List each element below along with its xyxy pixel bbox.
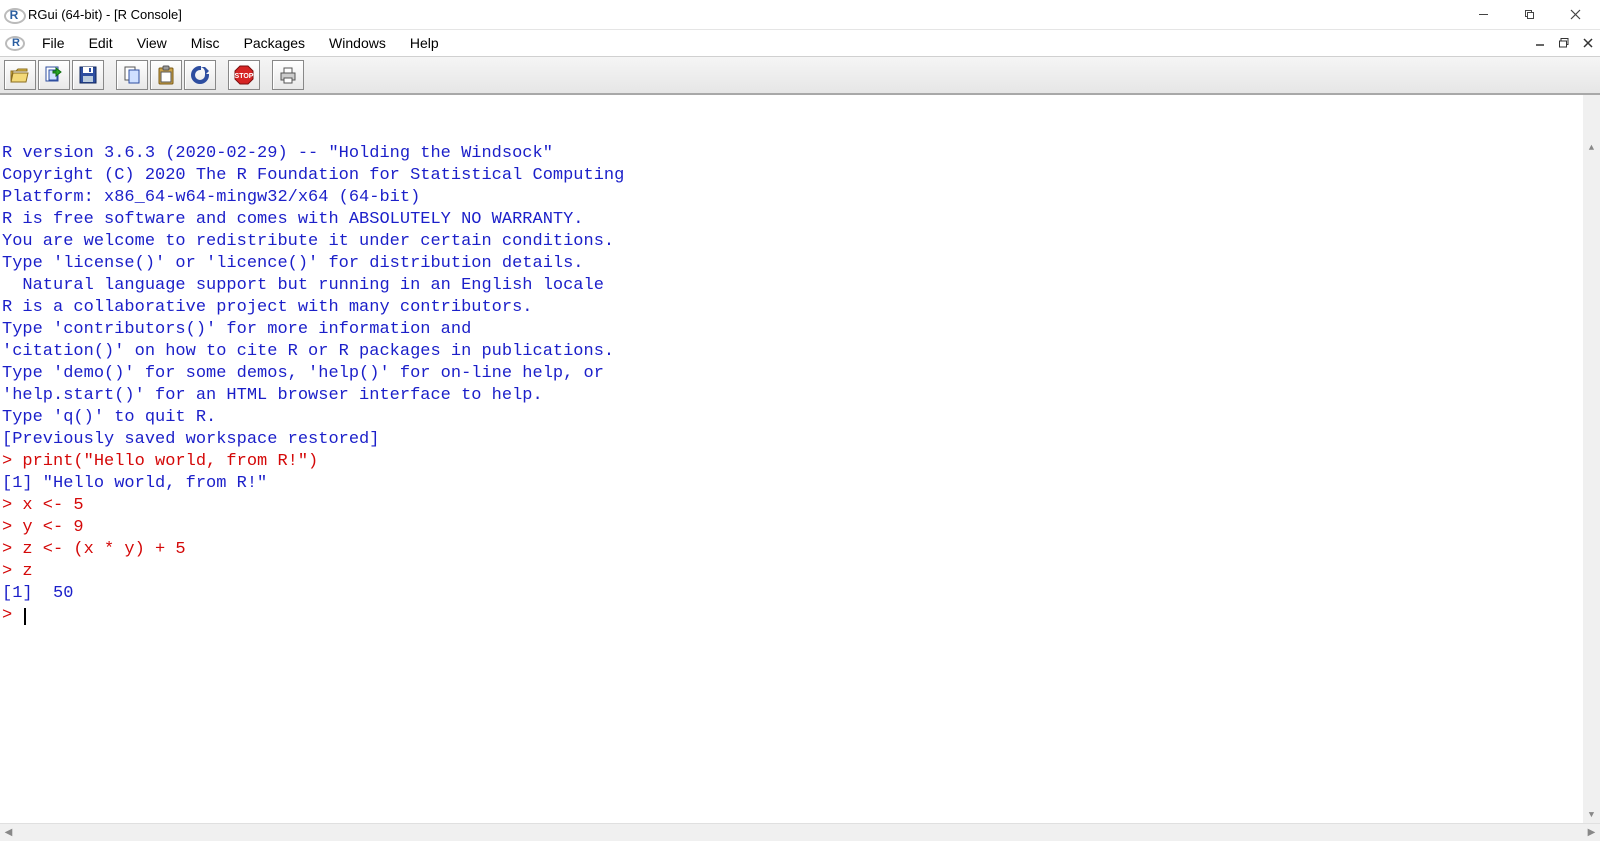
scroll-down-icon[interactable]: ▼: [1583, 806, 1600, 823]
console-line: R is a collaborative project with many c…: [2, 297, 1582, 319]
console-prompt[interactable]: >: [2, 605, 1582, 627]
mdi-restore-button[interactable]: [1553, 33, 1575, 53]
app-icon-small: R: [4, 30, 26, 56]
window-title: RGui (64-bit) - [R Console]: [28, 7, 182, 22]
console-line: Type 'contributors()' for more informati…: [2, 319, 1582, 341]
svg-text:STOP: STOP: [235, 73, 254, 80]
scroll-up-icon[interactable]: ▲: [1583, 139, 1600, 156]
open-script-button[interactable]: [4, 60, 36, 90]
console-line: You are welcome to redistribute it under…: [2, 231, 1582, 253]
console-line: > z: [2, 561, 1582, 583]
toolbar: STOP: [0, 57, 1600, 95]
console-line: R is free software and comes with ABSOLU…: [2, 209, 1582, 231]
console-line: Type 'q()' to quit R.: [2, 407, 1582, 429]
console-line: R version 3.6.3 (2020-02-29) -- "Holding…: [2, 143, 1582, 165]
menu-view[interactable]: View: [125, 30, 179, 56]
menu-file[interactable]: File: [30, 30, 77, 56]
console-line: Copyright (C) 2020 The R Foundation for …: [2, 165, 1582, 187]
menubar: R File Edit View Misc Packages Windows H…: [0, 30, 1600, 57]
menu-help[interactable]: Help: [398, 30, 451, 56]
console-line: [1] 50: [2, 583, 1582, 605]
scroll-left-icon[interactable]: ◀: [0, 824, 17, 841]
menu-misc[interactable]: Misc: [179, 30, 232, 56]
console-line: [1] "Hello world, from R!": [2, 473, 1582, 495]
console-line: > z <- (x * y) + 5: [2, 539, 1582, 561]
maximize-button[interactable]: [1506, 0, 1552, 30]
horizontal-scrollbar[interactable]: ◀ ▶: [0, 823, 1600, 841]
text-cursor: [24, 608, 25, 625]
scroll-right-icon[interactable]: ▶: [1583, 824, 1600, 841]
copy-paste-button[interactable]: [184, 60, 216, 90]
console-line: > y <- 9: [2, 517, 1582, 539]
copy-button[interactable]: [116, 60, 148, 90]
menu-windows[interactable]: Windows: [317, 30, 398, 56]
console-line: Natural language support but running in …: [2, 275, 1582, 297]
console-line: > x <- 5: [2, 495, 1582, 517]
titlebar: R RGui (64-bit) - [R Console]: [0, 0, 1600, 30]
console-line: > print("Hello world, from R!"): [2, 451, 1582, 473]
paste-button[interactable]: [150, 60, 182, 90]
print-button[interactable]: [272, 60, 304, 90]
app-icon: R: [6, 7, 22, 23]
console-line: Platform: x86_64-w64-mingw32/x64 (64-bit…: [2, 187, 1582, 209]
minimize-button[interactable]: [1460, 0, 1506, 30]
mdi-close-button[interactable]: [1577, 33, 1599, 53]
vertical-scrollbar[interactable]: ▲ ▼: [1583, 95, 1600, 823]
console-line: [Previously saved workspace restored]: [2, 429, 1582, 451]
menu-edit[interactable]: Edit: [77, 30, 125, 56]
console-line: 'citation()' on how to cite R or R packa…: [2, 341, 1582, 363]
mdi-minimize-button[interactable]: [1529, 33, 1551, 53]
menu-packages[interactable]: Packages: [232, 30, 317, 56]
load-workspace-button[interactable]: [38, 60, 70, 90]
console-line: Type 'license()' or 'licence()' for dist…: [2, 253, 1582, 275]
stop-button[interactable]: STOP: [228, 60, 260, 90]
console-line: 'help.start()' for an HTML browser inter…: [2, 385, 1582, 407]
console-line: Type 'demo()' for some demos, 'help()' f…: [2, 363, 1582, 385]
save-workspace-button[interactable]: [72, 60, 104, 90]
close-button[interactable]: [1552, 0, 1598, 30]
console-area[interactable]: R version 3.6.3 (2020-02-29) -- "Holding…: [0, 95, 1600, 823]
